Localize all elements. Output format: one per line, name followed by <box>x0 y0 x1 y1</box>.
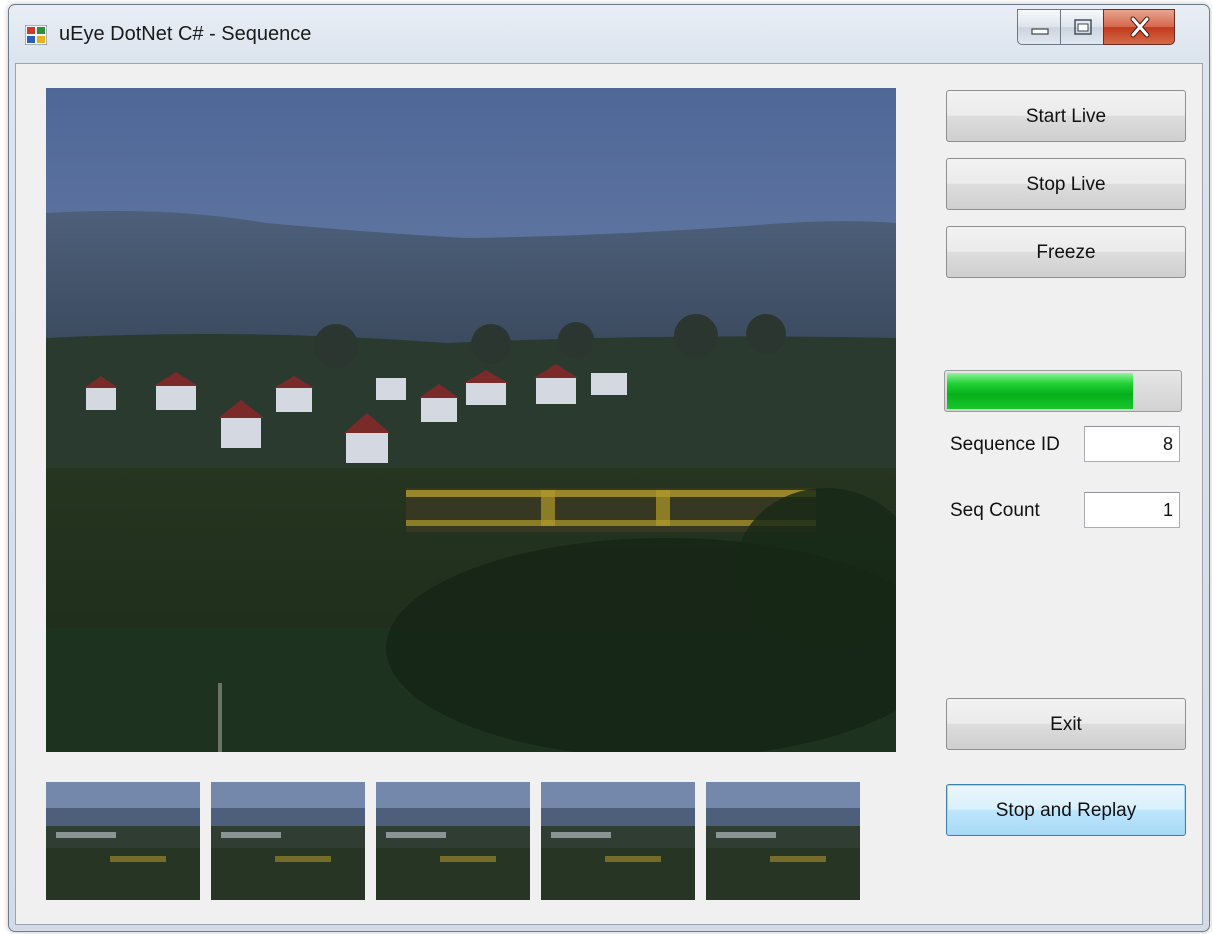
stop-live-button[interactable]: Stop Live <box>946 158 1186 210</box>
thumbnail-4[interactable] <box>541 782 695 900</box>
stop-and-replay-button[interactable]: Stop and Replay <box>946 784 1186 836</box>
thumbnail-2[interactable] <box>211 782 365 900</box>
freeze-button[interactable]: Freeze <box>946 226 1186 278</box>
seq-count-field[interactable] <box>1084 492 1180 528</box>
app-icon <box>24 24 48 46</box>
seq-count-label: Seq Count <box>950 500 1040 521</box>
thumbnail-image <box>376 782 530 900</box>
sequence-id-field[interactable] <box>1084 426 1180 462</box>
thumbnail-3[interactable] <box>376 782 530 900</box>
window-title: uEye DotNet C# - Sequence <box>59 23 312 45</box>
minimize-icon <box>1031 28 1049 35</box>
close-icon <box>1130 16 1150 38</box>
maximize-icon <box>1074 19 1092 35</box>
thumbnail-image <box>211 782 365 900</box>
thumbnail-image <box>541 782 695 900</box>
app-window: uEye DotNet C# - Sequence Start Live Sto… <box>8 4 1210 932</box>
thumbnail-5[interactable] <box>706 782 860 900</box>
sequence-progress-bar <box>944 370 1182 412</box>
camera-display <box>46 88 896 752</box>
thumbnail-1[interactable] <box>46 782 200 900</box>
client-area: Start Live Stop Live Freeze Sequence ID … <box>15 63 1203 925</box>
progress-fill <box>947 373 1133 409</box>
minimize-button[interactable] <box>1017 9 1061 45</box>
sequence-id-label: Sequence ID <box>950 434 1060 455</box>
start-live-button[interactable]: Start Live <box>946 90 1186 142</box>
close-button[interactable] <box>1103 9 1175 45</box>
title-bar[interactable]: uEye DotNet C# - Sequence <box>9 5 1209 63</box>
maximize-button[interactable] <box>1060 9 1104 45</box>
thumbnail-image <box>46 782 200 900</box>
exit-button[interactable]: Exit <box>946 698 1186 750</box>
camera-image <box>46 88 896 752</box>
thumbnail-image <box>706 782 860 900</box>
